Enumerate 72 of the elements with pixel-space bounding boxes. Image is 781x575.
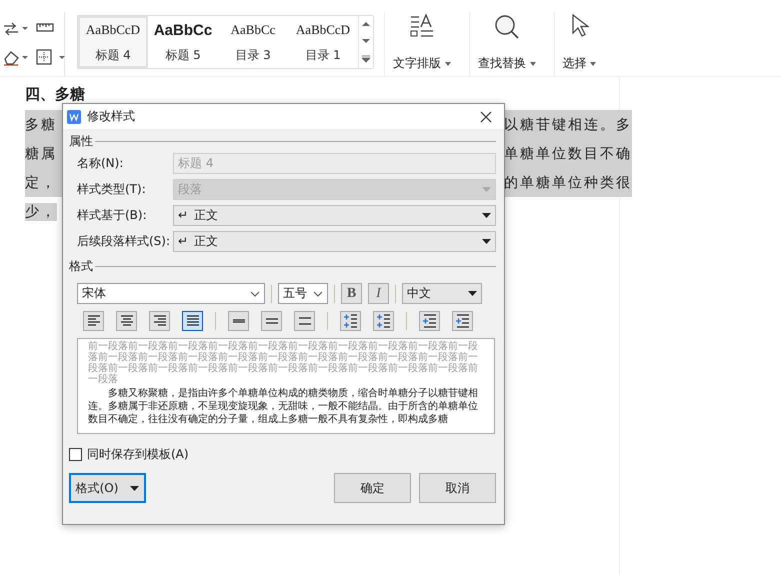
scroll-down-icon[interactable]	[362, 38, 370, 44]
caret-icon	[130, 486, 140, 490]
preview-sample-text: 多糖又称聚糖，是指由许多个单糖单位构成的糖类物质，缩合时单糖分子以糖苷键相连。多糖属于非还原糖，不呈现变旋现象，无甜味，一般不能结晶。由于所含的单糖单位数目不确定，往往没有确定的分子量，组成上多糖一般不具有复杂性，即构成多糖	[88, 387, 479, 426]
ribbon-button[interactable]: 查找替换	[468, 12, 544, 76]
font-size-dropdown[interactable]: 五号	[278, 283, 328, 304]
chevron-icon	[250, 290, 260, 296]
field-label: 后续段落样式(S):	[77, 232, 172, 250]
indent-increase-icon	[454, 313, 470, 329]
style-option[interactable]: AaBbCcD 标题 4	[78, 16, 148, 68]
space-after-icon	[376, 313, 392, 329]
indent-decrease-button[interactable]	[419, 311, 440, 331]
eraser-icon[interactable]	[2, 49, 28, 67]
cancel-button[interactable]: 取消	[419, 473, 496, 503]
style-dropdown[interactable]: ↵ 正文	[173, 204, 496, 226]
section-heading: 属性	[69, 133, 93, 150]
dialog-title: 修改样式	[87, 108, 136, 125]
ribbon-button[interactable]: 选择	[554, 12, 604, 76]
space-after-button[interactable]	[373, 311, 394, 331]
caret-icon	[482, 186, 491, 192]
close-icon[interactable]	[480, 110, 492, 122]
document-text: 少，	[25, 202, 57, 220]
section-heading: 格式	[69, 258, 93, 275]
justify-button[interactable]	[182, 311, 203, 331]
app-logo-icon	[67, 110, 81, 124]
caret-icon	[444, 62, 451, 66]
indent-decrease-icon	[422, 313, 438, 329]
field-label: 名称(N):	[77, 154, 124, 172]
caret-icon	[482, 212, 491, 218]
caret-icon	[482, 238, 491, 244]
preview-previous-text: 前一段落前一段落前一段落前一段落前一段落前一段落前一段落前一段落前一段落前一段落前一段落前一段落前一段落前一段落前一段落前一段落前一段落前一段落前一段落前一段落前一段落前一段落前一段落前一段落前一段落前一段落前一段落前一段落前一段落前一段落	[88, 341, 479, 385]
caret-icon	[530, 62, 536, 66]
language-dropdown[interactable]: 中文	[402, 283, 482, 304]
checkbox-label[interactable]: 同时保存到模板(A)	[87, 446, 189, 463]
single-spacing-button[interactable]	[228, 311, 249, 331]
document-heading: 四、多糖	[25, 85, 86, 104]
scroll-up-icon[interactable]	[362, 21, 370, 28]
field-label: 样式类型(T):	[77, 180, 147, 198]
document-text: 的单糖单位种类很	[504, 174, 632, 192]
document-text: 单糖单位数目不确	[504, 144, 632, 162]
checkbox[interactable]	[69, 448, 82, 461]
document-text: 多糖	[25, 116, 57, 134]
one-half-spacing-button[interactable]	[261, 311, 282, 331]
ruler-icon[interactable]	[36, 21, 54, 33]
space-before-icon	[342, 313, 358, 329]
style-option[interactable]: AaBbCc 标题 5	[148, 16, 218, 68]
font-dropdown[interactable]: 宋体	[77, 283, 265, 304]
cursor-arrow-icon	[570, 14, 589, 38]
search-icon	[494, 14, 520, 40]
style-option[interactable]: AaBbCcD 目录 1	[288, 16, 358, 68]
text-layout-icon	[408, 14, 435, 38]
align-center-button[interactable]	[116, 311, 137, 331]
align-right-button[interactable]	[149, 311, 170, 331]
bold-button[interactable]: B	[341, 283, 362, 304]
document-text: 糖属	[25, 144, 57, 162]
style-option[interactable]: AaBbCc 目录 3	[218, 16, 288, 68]
document-text: 以糖苷键相连。多	[504, 116, 632, 134]
line-break-icon[interactable]	[2, 21, 28, 37]
style-dropdown[interactable]: ↵ 正文	[173, 230, 496, 252]
space-before-button[interactable]	[340, 311, 361, 331]
ribbon-button[interactable]: 文字排版	[384, 12, 459, 76]
chevron-icon	[313, 290, 323, 296]
caret-icon	[590, 62, 596, 66]
expand-icon[interactable]	[362, 54, 370, 63]
italic-button[interactable]: I	[368, 283, 389, 304]
indent-increase-button[interactable]	[452, 311, 473, 331]
align-left-button[interactable]	[83, 311, 104, 331]
table-border-icon[interactable]	[36, 49, 66, 65]
ok-button[interactable]: 确定	[334, 473, 411, 503]
field-label: 样式基于(B):	[77, 206, 148, 224]
format-menu-button[interactable]: 格式(O)	[69, 473, 146, 503]
caret-icon	[468, 291, 477, 296]
double-spacing-button[interactable]	[294, 311, 315, 331]
